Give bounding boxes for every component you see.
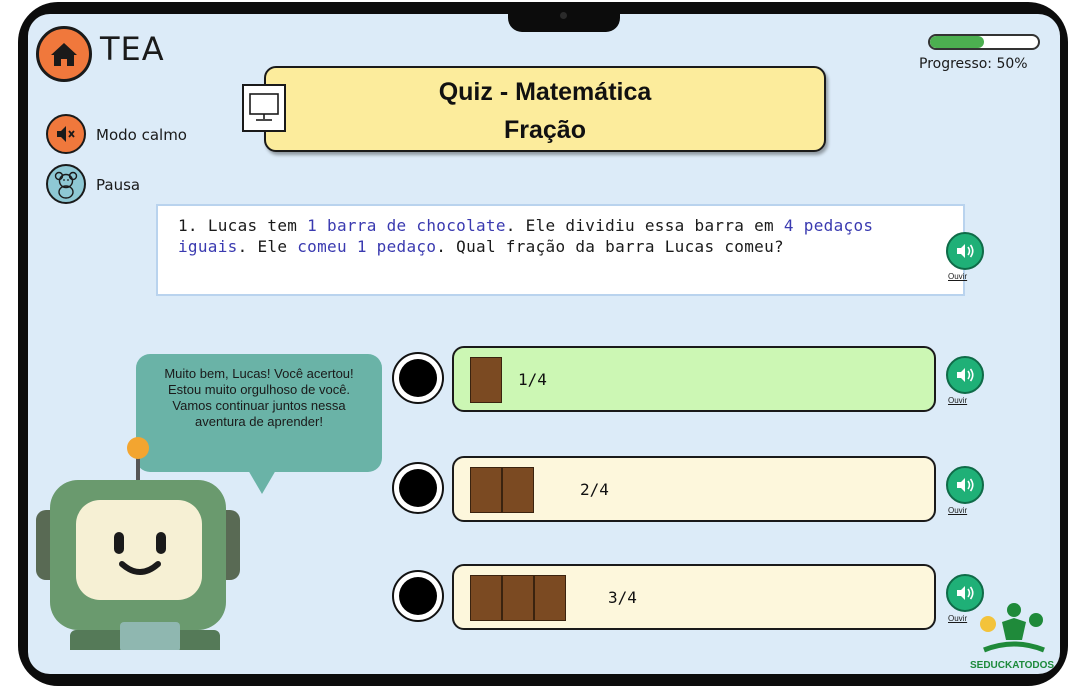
chocolate-bar [470,357,502,403]
home-icon [51,43,77,66]
question-number: 1. [178,216,198,235]
listen-label: Ouvir [948,506,968,515]
option-label: 2/4 [580,480,609,499]
chocolate-bar [470,467,534,513]
listen-label: Ouvir [948,272,968,281]
robot-mascot [36,437,240,650]
question-highlight: comeu 1 pedaço [297,237,437,256]
listen-option-button[interactable]: Ouvir [946,466,986,516]
progress-label: Progresso: 50% [919,56,1028,72]
app-title: TEA [100,30,165,68]
answer-option[interactable]: 2/4 [452,456,936,522]
quiz-title: Quiz - Matemática [438,78,652,106]
question-part: . Ele [237,237,298,256]
calm-mode-label: Modo calmo [96,126,187,144]
home-button[interactable] [36,26,92,82]
pause-button[interactable] [46,164,86,204]
chocolate-piece [502,575,534,621]
option-label: 3/4 [608,588,637,607]
chocolate-piece [470,357,502,403]
progress-bar [928,34,1040,50]
logo-text: SEDUCKATODOS [970,660,1055,671]
camera-dot [560,12,567,19]
chocolate-piece [534,575,566,621]
question-text: 1. Lucas tem 1 barra de chocolate. Ele d… [178,215,898,257]
mascot-message: Muito bem, Lucas! Você acertou! Estou mu… [164,366,354,429]
option-radio[interactable] [392,352,444,404]
speaker-icon [946,356,984,394]
progress-fill [930,36,984,48]
monitor-icon [242,84,286,132]
teddy-bear-icon [54,171,78,199]
quiz-title-card: Quiz - Matemática Fração [264,66,826,152]
radio-dot [399,359,437,397]
listen-option-button[interactable]: Ouvir [946,356,986,406]
listen-label: Ouvir [948,614,968,623]
option-radio[interactable] [392,570,444,622]
question-part: . Qual fração da barra Lucas comeu? [436,237,784,256]
chocolate-piece [502,467,534,513]
option-label: 1/4 [518,370,547,389]
option-radio[interactable] [392,462,444,514]
seduckatodos-logo-icon [980,603,1045,653]
listen-label: Ouvir [948,396,968,405]
chocolate-bar [470,575,566,621]
pause-label: Pausa [96,176,141,194]
question-highlight: 1 barra de chocolate [307,216,506,235]
question-part: Lucas tem [207,216,308,235]
question-part: . Ele dividiu essa barra em [505,216,784,235]
answer-option[interactable]: 1/4 [452,346,936,412]
quiz-subtitle: Fração [504,116,586,144]
speaker-icon [946,466,984,504]
calm-mode-button[interactable] [46,114,86,154]
speaker-icon [946,232,984,270]
answer-option[interactable]: 3/4 [452,564,936,630]
camera-notch [508,2,620,32]
chocolate-piece [470,467,502,513]
chocolate-piece [470,575,502,621]
radio-dot [399,577,437,615]
radio-dot [399,469,437,507]
listen-question-button[interactable]: Ouvir [946,232,986,282]
muted-speaker-icon [57,126,75,142]
